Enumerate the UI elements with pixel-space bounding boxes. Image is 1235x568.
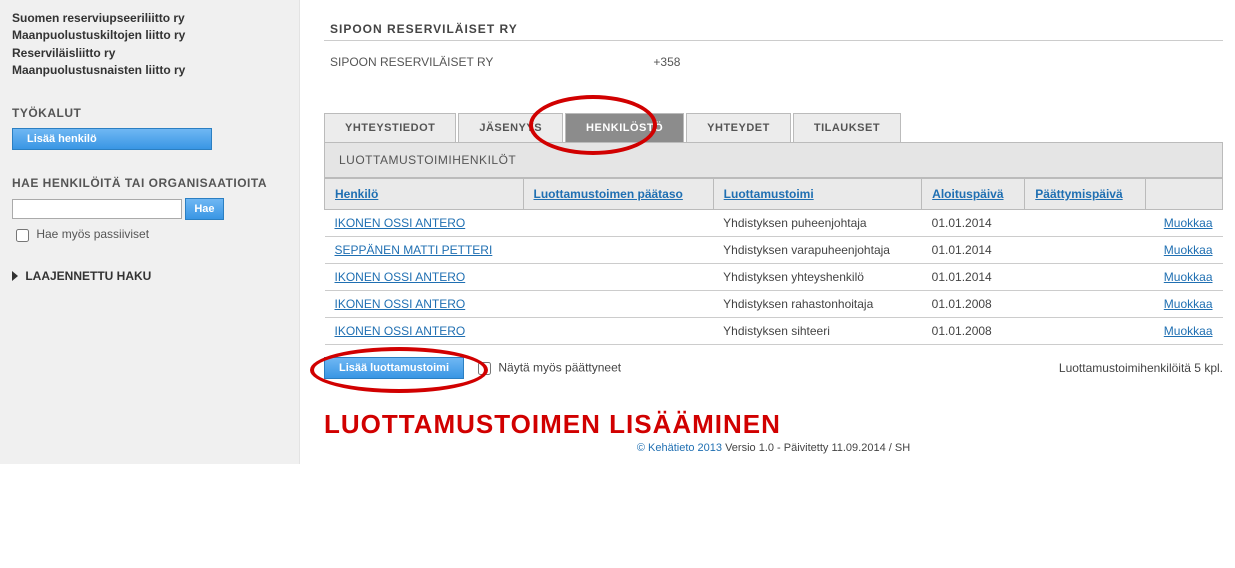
tabs: YHTEYSTIEDOT JÄSENYYS HENKILÖSTÖ YHTEYDE… (324, 113, 1223, 143)
include-passive-checkbox[interactable] (16, 229, 29, 242)
page-title: SIPOON RESERVILÄISET RY (330, 22, 1223, 36)
table-row: SEPPÄNEN MATTI PETTERI Yhdistyksen varapu… (325, 237, 1223, 264)
caret-right-icon (12, 271, 18, 281)
show-ended-label[interactable]: Näytä myös päättyneet (474, 359, 621, 378)
advanced-search-toggle[interactable]: LAAJENNETTU HAKU (12, 269, 287, 283)
person-link[interactable]: SEPPÄNEN MATTI PETTERI (335, 243, 493, 257)
table-row: IKONEN OSSI ANTERO Yhdistyksen sihteeri01… (325, 318, 1223, 345)
search-row: Hae (12, 198, 287, 220)
cell-start: 01.01.2014 (922, 264, 1025, 291)
cell-role: Yhdistyksen puheenjohtaja (713, 210, 922, 237)
search-button[interactable]: Hae (185, 198, 223, 220)
include-passive-text: Hae myös passiiviset (36, 227, 149, 241)
footer: © Kehätieto 2013 Versio 1.0 - Päivitetty… (324, 442, 1223, 454)
cell-end (1025, 318, 1146, 345)
cell-role: Yhdistyksen sihteeri (713, 318, 922, 345)
edit-link[interactable]: Muokkaa (1164, 297, 1213, 311)
edit-link[interactable]: Muokkaa (1164, 324, 1213, 338)
tab-tilaukset[interactable]: TILAUKSET (793, 113, 901, 142)
tab-yhteystiedot[interactable]: YHTEYSTIEDOT (324, 113, 456, 142)
col-person[interactable]: Henkilö (335, 187, 378, 201)
cell-start: 01.01.2008 (922, 318, 1025, 345)
show-ended-text: Näytä myös päättyneet (498, 360, 621, 374)
include-passive-row: Hae myös passiiviset (12, 226, 287, 245)
cell-main-level (523, 318, 713, 345)
col-role[interactable]: Luottamustoimi (724, 187, 814, 201)
organisation-link[interactable]: Reserviläisliitto ry (12, 45, 287, 62)
add-role-button[interactable]: Lisää luottamustoimi (324, 357, 464, 379)
org-name: SIPOON RESERVILÄISET RY (330, 55, 493, 69)
add-person-button[interactable]: Lisää henkilö (12, 128, 212, 150)
cell-role: Yhdistyksen yhteyshenkilö (713, 264, 922, 291)
instruction-text: LUOTTAMUSTOIMEN LISÄÄMINEN (324, 409, 1223, 440)
cell-end (1025, 264, 1146, 291)
organisation-link[interactable]: Maanpuolustusnaisten liitto ry (12, 62, 287, 79)
show-ended-checkbox[interactable] (478, 362, 491, 375)
cell-main-level (523, 237, 713, 264)
person-link[interactable]: IKONEN OSSI ANTERO (335, 270, 466, 284)
tools-heading: TYÖKALUT (12, 106, 287, 120)
org-info-row: SIPOON RESERVILÄISET RY +358 (330, 55, 1223, 69)
search-heading: HAE HENKILÖITÄ TAI ORGANISAATIOITA (12, 176, 287, 190)
tabs-wrap: YHTEYSTIEDOT JÄSENYYS HENKILÖSTÖ YHTEYDE… (324, 113, 1223, 143)
edit-link[interactable]: Muokkaa (1164, 216, 1213, 230)
footer-rest: Versio 1.0 - Päivitetty 11.09.2014 / SH (722, 442, 910, 454)
cell-end (1025, 210, 1146, 237)
cell-end (1025, 291, 1146, 318)
person-link[interactable]: IKONEN OSSI ANTERO (335, 297, 466, 311)
cell-main-level (523, 291, 713, 318)
cell-role: Yhdistyksen rahastonhoitaja (713, 291, 922, 318)
title-underline (324, 40, 1223, 41)
roles-table: Henkilö Luottamustoimen päätaso Luottamu… (324, 178, 1223, 345)
main-content: SIPOON RESERVILÄISET RY SIPOON RESERVILÄ… (300, 0, 1235, 464)
cell-role: Yhdistyksen varapuheenjohtaja (713, 237, 922, 264)
tab-henkilosto[interactable]: HENKILÖSTÖ (565, 113, 684, 142)
cell-end (1025, 237, 1146, 264)
cell-main-level (523, 210, 713, 237)
organisation-link[interactable]: Suomen reserviupseeriliitto ry (12, 10, 287, 27)
col-end[interactable]: Päättymispäivä (1035, 187, 1122, 201)
table-row: IKONEN OSSI ANTERO Yhdistyksen yhteyshenk… (325, 264, 1223, 291)
count-text: Luottamustoimihenkilöitä 5 kpl. (1059, 361, 1223, 375)
edit-link[interactable]: Muokkaa (1164, 270, 1213, 284)
table-footer-row: Lisää luottamustoimi Näytä myös päättyne… (324, 357, 1223, 379)
edit-link[interactable]: Muokkaa (1164, 243, 1213, 257)
cell-main-level (523, 264, 713, 291)
include-passive-label[interactable]: Hae myös passiiviset (12, 227, 149, 241)
sidebar: Suomen reserviupseeriliitto ry Maanpuolu… (0, 0, 300, 464)
col-start[interactable]: Aloituspäivä (932, 187, 1003, 201)
tab-yhteydet[interactable]: YHTEYDET (686, 113, 791, 142)
cell-start: 01.01.2014 (922, 237, 1025, 264)
organisation-link[interactable]: Maanpuolustuskiltojen liitto ry (12, 27, 287, 44)
footer-copy: © Kehätieto 2013 (637, 442, 722, 454)
person-link[interactable]: IKONEN OSSI ANTERO (335, 216, 466, 230)
org-phone: +358 (653, 55, 680, 69)
cell-start: 01.01.2008 (922, 291, 1025, 318)
section-heading: LUOTTAMUSTOIMIHENKILÖT (324, 143, 1223, 178)
col-main-level[interactable]: Luottamustoimen päätaso (534, 187, 683, 201)
advanced-search-label: LAAJENNETTU HAKU (25, 269, 151, 283)
cell-start: 01.01.2014 (922, 210, 1025, 237)
organisation-list: Suomen reserviupseeriliitto ry Maanpuolu… (12, 10, 287, 80)
person-link[interactable]: IKONEN OSSI ANTERO (335, 324, 466, 338)
table-row: IKONEN OSSI ANTERO Yhdistyksen rahastonho… (325, 291, 1223, 318)
tab-jasenyys[interactable]: JÄSENYYS (458, 113, 563, 142)
search-input[interactable] (12, 199, 182, 219)
table-row: IKONEN OSSI ANTERO Yhdistyksen puheenjoht… (325, 210, 1223, 237)
